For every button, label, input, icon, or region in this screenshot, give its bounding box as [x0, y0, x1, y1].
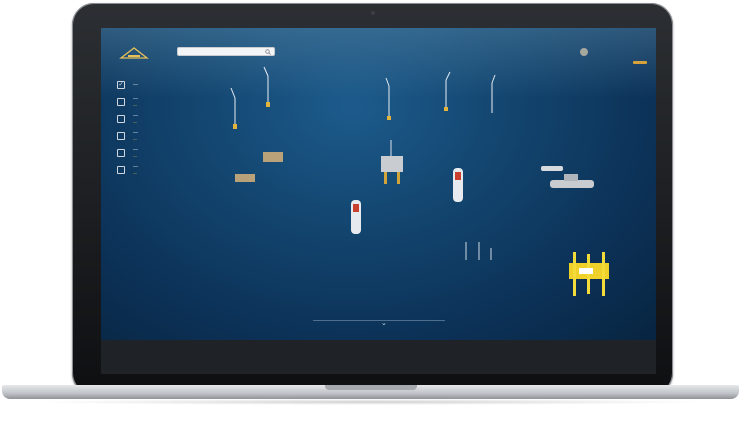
layer-item[interactable]: — — — [117, 127, 267, 144]
layer-checkbox[interactable] — [117, 97, 125, 106]
layer-label: — — [133, 81, 138, 88]
layer-sublabel: — — [133, 119, 137, 124]
layer-checkbox[interactable] — [117, 148, 125, 157]
chevron-down-icon[interactable]: ⌄ — [381, 320, 387, 327]
layers-panel: ✓ — — — — — — — — — — — — [107, 38, 277, 178]
bottom-bar — [101, 340, 656, 374]
search-field[interactable] — [177, 47, 275, 56]
camera-icon — [371, 11, 375, 15]
jackup-rig-icon — [569, 252, 609, 296]
layer-checkbox[interactable] — [117, 131, 125, 140]
layer-sublabel: — — [133, 136, 137, 141]
company-logo-icon — [113, 44, 155, 62]
subsea-marker-icon — [465, 242, 492, 260]
layer-sublabel: — — [133, 102, 137, 107]
layer-item[interactable]: ✓ — — [117, 76, 267, 93]
layer-item[interactable]: — — — [117, 144, 267, 161]
supply-vessel-icon — [351, 168, 463, 234]
layer-item[interactable]: — — — [117, 110, 267, 127]
layer-sublabel: — — [133, 153, 137, 158]
check-icon: ✓ — [118, 81, 124, 88]
oil-platform-icon — [381, 140, 403, 184]
app-screen: ✓ — — — — — — — — — — — ⌄ — [101, 28, 656, 374]
layer-item[interactable]: — — — [117, 93, 267, 110]
brand-mark-icon — [633, 52, 647, 64]
timeline-track[interactable] — [313, 320, 445, 321]
layer-menu: ✓ — — — — — — — — — — — — [117, 76, 267, 178]
layer-sublabel: — — [133, 170, 137, 175]
layer-checkbox[interactable] — [117, 165, 125, 174]
layer-item[interactable]: — — — [117, 161, 267, 178]
status-indicator-icon — [577, 44, 591, 56]
laptop-notch — [325, 385, 417, 390]
search-icon[interactable] — [264, 48, 271, 55]
layer-checkbox[interactable]: ✓ — [117, 80, 125, 89]
layer-checkbox[interactable] — [117, 114, 125, 123]
ship-icon — [541, 166, 594, 188]
